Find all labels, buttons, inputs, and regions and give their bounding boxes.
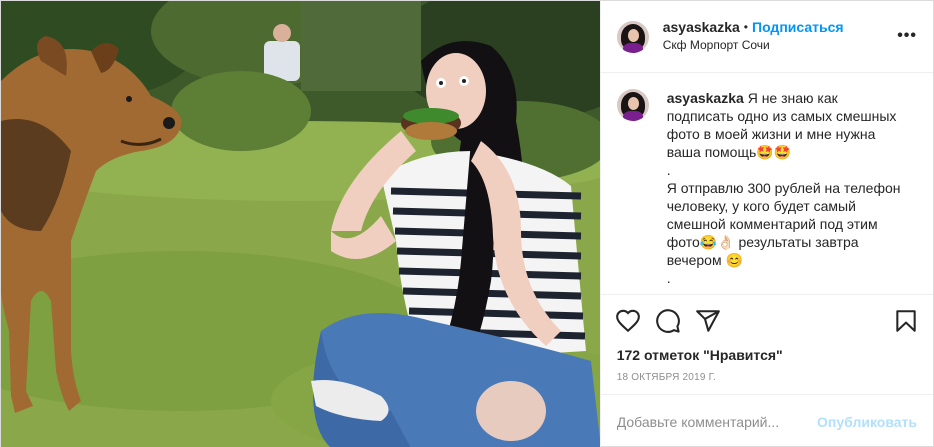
post-header: asyaskazka • Подписаться Скф Морпорт Соч… <box>600 1 933 73</box>
caption-text: Я не знаю как подписать одно из самых см… <box>666 90 901 286</box>
header-text: asyaskazka • Подписаться Скф Морпорт Соч… <box>663 19 844 54</box>
more-options-icon[interactable]: ••• <box>897 27 917 45</box>
bookmark-icon[interactable] <box>893 308 919 334</box>
avatar[interactable] <box>616 20 649 53</box>
photo-scene <box>1 1 600 447</box>
post-photo[interactable] <box>1 1 600 447</box>
paper-plane-icon[interactable] <box>695 308 721 334</box>
location-link[interactable]: Скф Морпорт Сочи <box>663 37 844 54</box>
separator-dot: • <box>743 20 748 34</box>
comment-input[interactable] <box>616 413 817 430</box>
username-link[interactable]: asyaskazka <box>663 19 740 36</box>
likes-count[interactable]: 172 отметок "Нравится" <box>601 346 933 366</box>
caption-username[interactable]: asyaskazka <box>667 90 744 106</box>
caption-avatar[interactable] <box>616 89 649 121</box>
action-bar <box>600 294 933 346</box>
heart-icon[interactable] <box>615 308 641 334</box>
instagram-post: asyaskazka • Подписаться Скф Морпорт Соч… <box>0 0 934 447</box>
comments-area: asyaskazka Я не знаю как подписать одно … <box>601 73 933 294</box>
publish-button[interactable]: Опубликовать <box>817 414 917 430</box>
post-caption: asyaskazka Я не знаю как подписать одно … <box>667 89 907 287</box>
follow-button[interactable]: Подписаться <box>752 19 844 36</box>
add-comment-form: Опубликовать <box>600 394 933 447</box>
caption-row: asyaskazka Я не знаю как подписать одно … <box>616 89 917 287</box>
post-side-panel: asyaskazka • Подписаться Скф Морпорт Соч… <box>599 1 933 447</box>
post-date[interactable]: 18 ОКТЯБРЯ 2019 Г. <box>601 366 933 394</box>
comment-icon[interactable] <box>655 308 681 334</box>
